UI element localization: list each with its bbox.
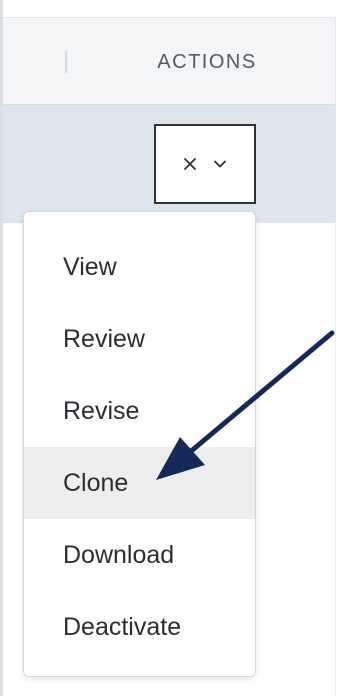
column-resize-handle[interactable] [65, 51, 67, 73]
chevron-down-icon [212, 156, 228, 172]
table-header: ACTIONS [3, 17, 336, 105]
actions-column-header: ACTIONS [157, 51, 257, 73]
menu-item-view[interactable]: View [24, 231, 255, 303]
actions-dropdown-menu: View Review Revise Clone Download Deacti… [23, 211, 256, 677]
menu-item-revise[interactable]: Revise [24, 375, 255, 447]
actions-dropdown-button[interactable] [154, 124, 256, 204]
menu-list: View Review Revise Clone Download Deacti… [24, 231, 255, 663]
menu-item-deactivate[interactable]: Deactivate [24, 591, 255, 663]
menu-item-clone[interactable]: Clone [24, 447, 255, 519]
menu-item-download[interactable]: Download [24, 519, 255, 591]
close-icon [182, 156, 198, 172]
menu-item-review[interactable]: Review [24, 303, 255, 375]
